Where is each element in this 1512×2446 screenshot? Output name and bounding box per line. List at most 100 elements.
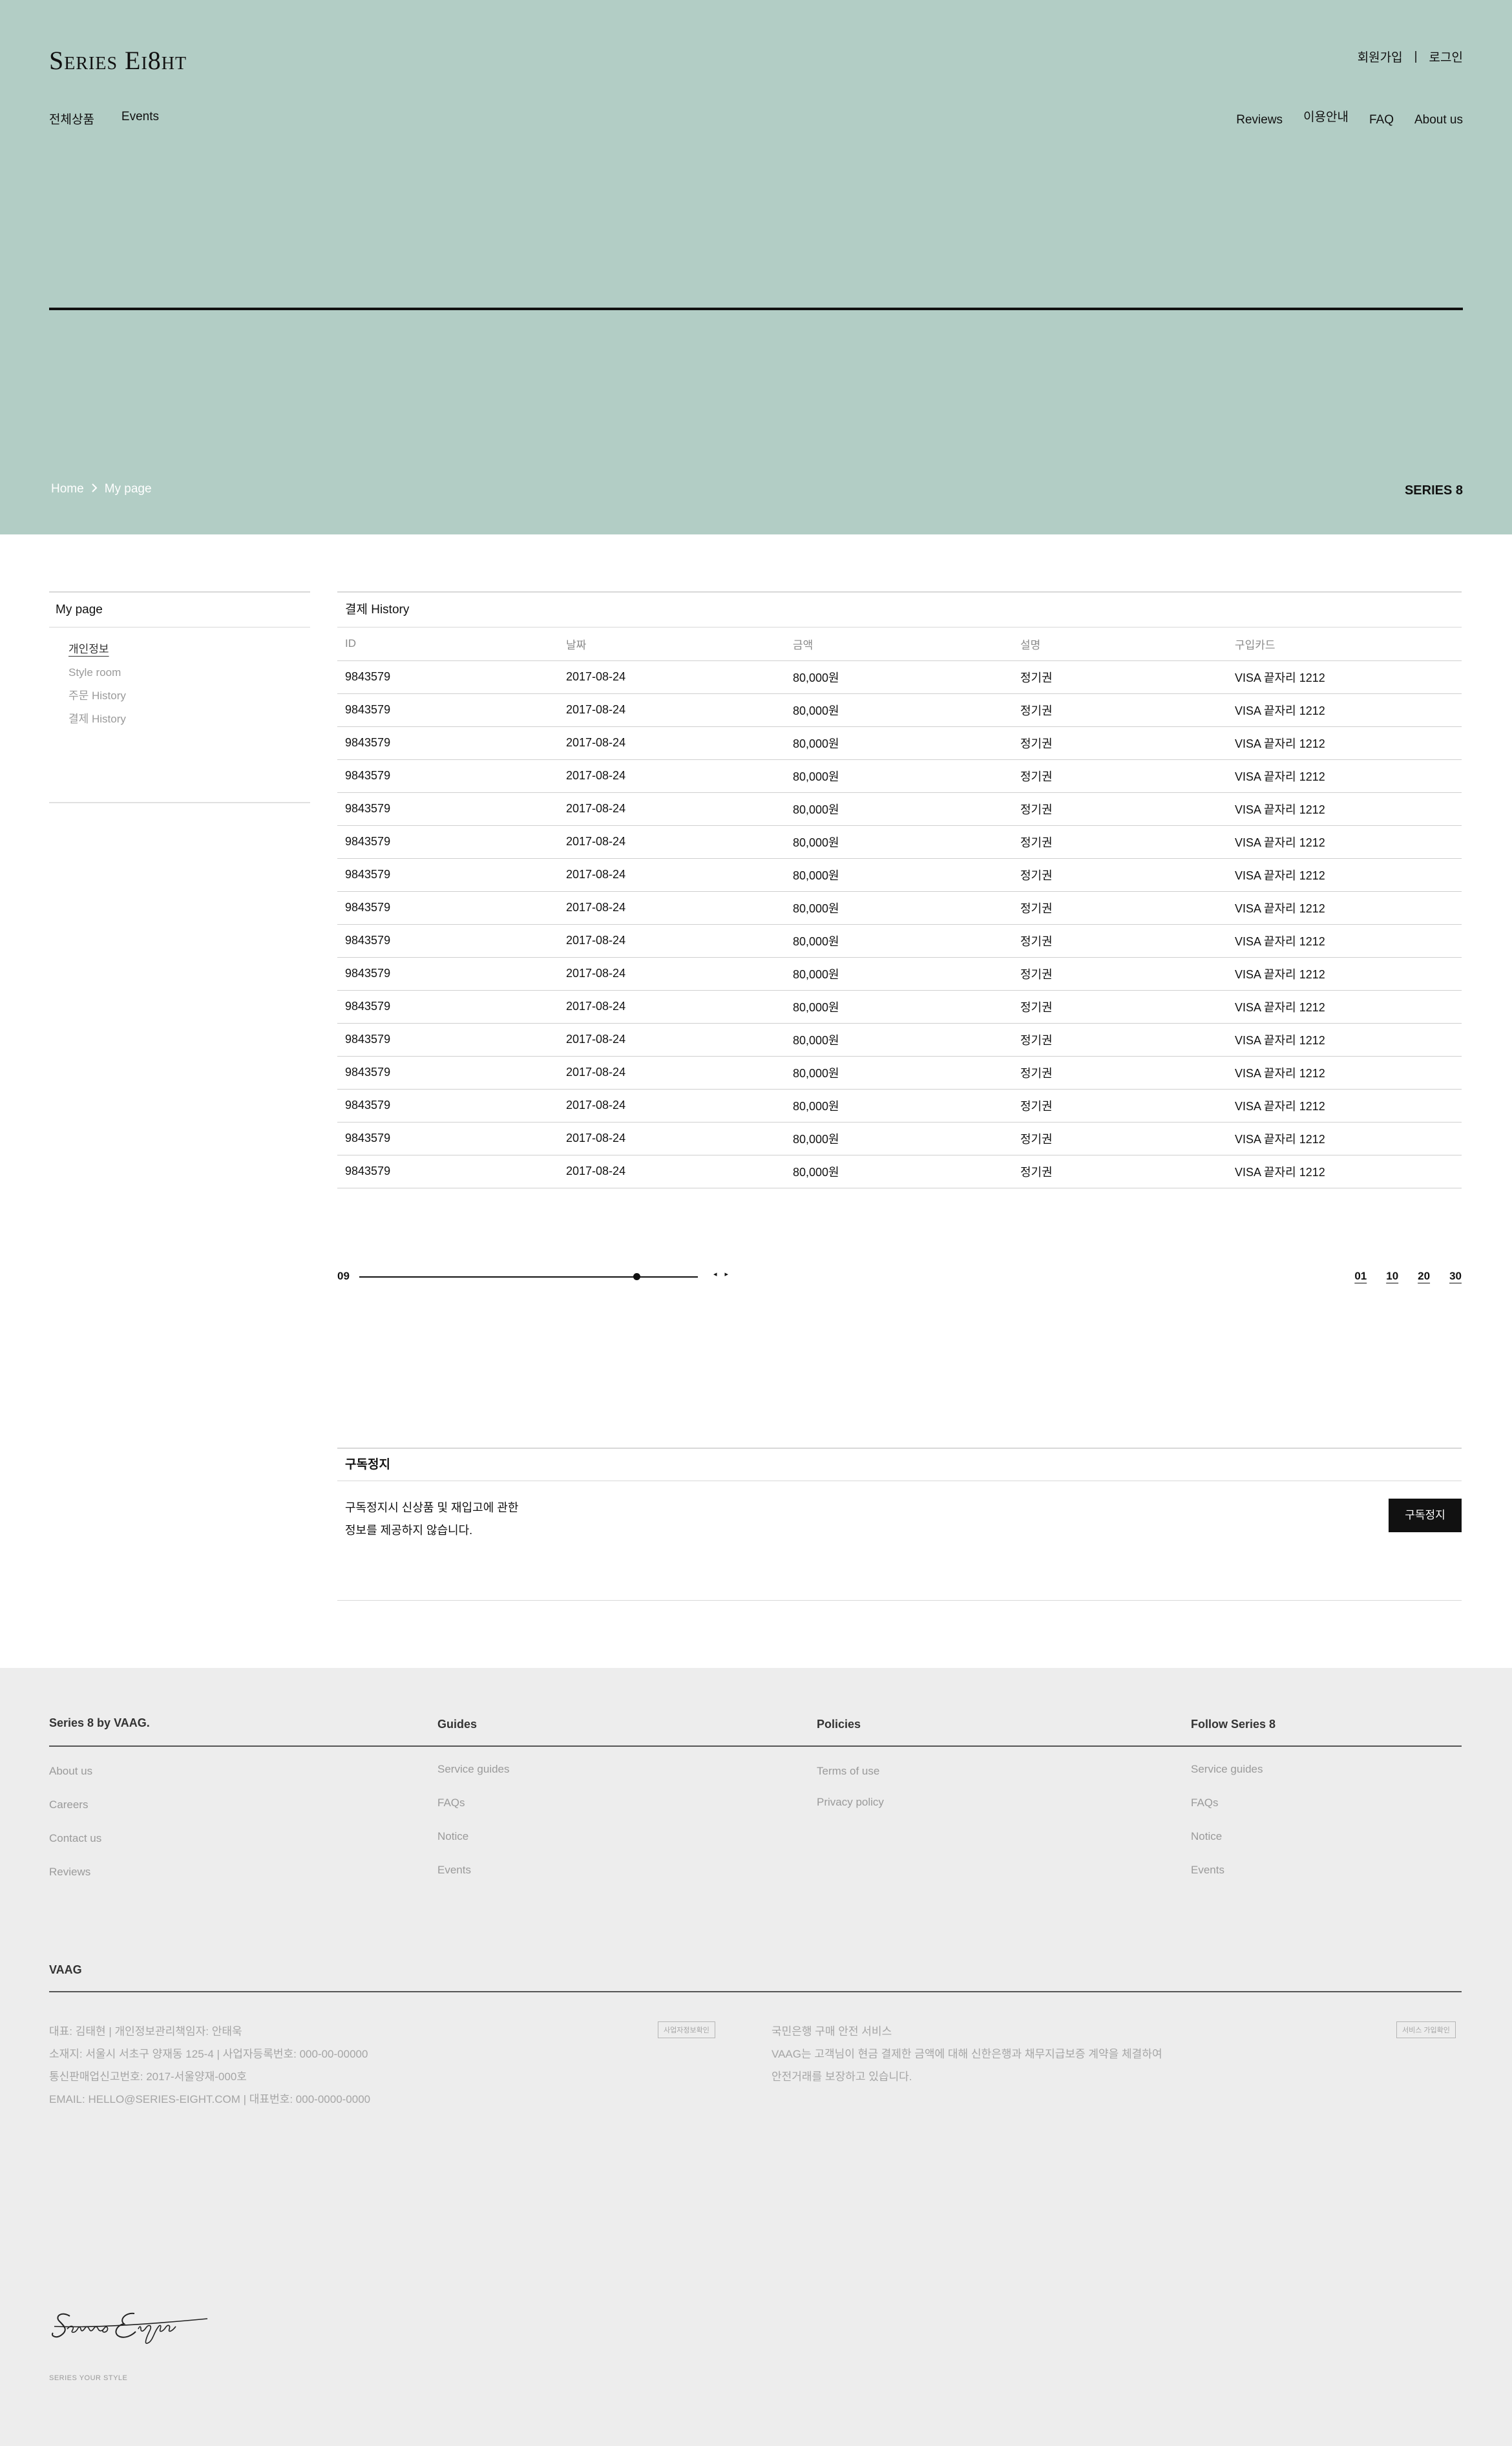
cell-date: 2017-08-24	[558, 693, 785, 727]
login-link[interactable]: 로그인	[1429, 48, 1463, 65]
cell-card: VISA 끝자리 1212	[1227, 792, 1462, 826]
subscription-stop-section: 구독정지 구독정지시 신상품 및 재입고에 관한 정보를 제공하지 않습니다. …	[337, 1448, 1462, 1603]
footer-title-follow: Follow Series 8	[1191, 1718, 1276, 1731]
cell-date: 2017-08-24	[558, 660, 785, 694]
cell-amount: 80,000원	[785, 792, 1013, 826]
page-option-30[interactable]: 30	[1449, 1270, 1462, 1283]
cell-id: 9843579	[337, 858, 558, 892]
nav-about[interactable]: About us	[1414, 113, 1463, 127]
cell-amount: 80,000원	[785, 693, 1013, 727]
cell-amount: 80,000원	[785, 891, 1013, 925]
footer-link-reviews[interactable]: Reviews	[49, 1866, 101, 1899]
company-info-line: 통신판매업신고번호: 2017-서울양재-000호	[49, 2071, 247, 2083]
mypage-sidebar: My page 개인정보 Style room 주문 History 결제 Hi…	[49, 591, 310, 803]
stop-subscription-button[interactable]: 구독정지	[1389, 1499, 1462, 1532]
site-logo[interactable]: Series Ei8ht	[49, 45, 187, 76]
nav-guide[interactable]: 이용안내	[1303, 107, 1349, 125]
breadcrumb: Home My page	[51, 482, 152, 496]
cell-description: 정기권	[1013, 1023, 1227, 1057]
company-info-line: 대표: 김태현 | 개인정보관리책임자: 안태욱	[49, 2025, 242, 2038]
cell-amount: 80,000원	[785, 957, 1013, 991]
footer-link-privacy[interactable]: Privacy policy	[817, 1796, 884, 1829]
footer-link-follow-notice[interactable]: Notice	[1191, 1830, 1263, 1864]
cell-id: 9843579	[337, 1122, 558, 1155]
service-check-badge[interactable]: 서비스 가입확인	[1396, 2021, 1456, 2038]
breadcrumb-home[interactable]: Home	[51, 482, 84, 496]
table-row: 9843579 2017-08-24 80,000원 정기권 VISA 끝자리 1212	[337, 1023, 1462, 1057]
table-row: 9843579 2017-08-24 80,000원 정기권 VISA 끝자리 1212	[337, 891, 1462, 925]
cell-id: 9843579	[337, 693, 558, 727]
table-header-row: ID 날짜 금액 설명 구입카드	[337, 627, 1462, 661]
cell-description: 정기권	[1013, 990, 1227, 1024]
footer-list-policies: Terms of use Privacy policy	[817, 1765, 884, 1829]
cell-date: 2017-08-24	[558, 759, 785, 793]
cell-description: 정기권	[1013, 726, 1227, 760]
cell-description: 정기권	[1013, 891, 1227, 925]
cell-id: 9843579	[337, 660, 558, 694]
cell-date: 2017-08-24	[558, 1056, 785, 1090]
footer-link-about[interactable]: About us	[49, 1765, 101, 1798]
cell-id: 9843579	[337, 825, 558, 859]
page-progress-handle[interactable]	[633, 1273, 640, 1280]
footer-vaag-title: VAAG	[49, 1963, 82, 1976]
cell-description: 정기권	[1013, 792, 1227, 826]
page-option-01[interactable]: 01	[1354, 1270, 1367, 1283]
footer-tagline: SERIES YOUR STYLE	[49, 2374, 128, 2382]
footer-link-service-guides[interactable]: Service guides	[437, 1763, 510, 1797]
auth-links: 회원가입 | 로그인	[1358, 48, 1463, 65]
nav-reviews[interactable]: Reviews	[1236, 113, 1283, 127]
sidebar-item-payment-history[interactable]: 결제 History	[68, 708, 310, 731]
footer-link-notice[interactable]: Notice	[437, 1830, 510, 1864]
table-row: 9843579 2017-08-24 80,000원 정기권 VISA 끝자리 1212	[337, 1056, 1462, 1090]
footer-link-events[interactable]: Events	[437, 1864, 510, 1897]
nav-all-products[interactable]: 전체상품	[49, 110, 94, 127]
page-option-10[interactable]: 10	[1386, 1270, 1398, 1283]
footer-link-contact[interactable]: Contact us	[49, 1832, 101, 1866]
cell-card: VISA 끝자리 1212	[1227, 825, 1462, 859]
footer-list-guides: Service guides FAQs Notice Events	[437, 1763, 510, 1897]
nav-events[interactable]: Events	[121, 110, 159, 127]
cell-date: 2017-08-24	[558, 825, 785, 859]
cell-description: 정기권	[1013, 1155, 1227, 1188]
nav-faq[interactable]: FAQ	[1369, 113, 1394, 127]
footer-link-terms[interactable]: Terms of use	[817, 1765, 884, 1796]
page-option-20[interactable]: 20	[1418, 1270, 1430, 1283]
table-row: 9843579 2017-08-24 80,000원 정기권 VISA 끝자리 1212	[337, 990, 1462, 1024]
hero-brand: SERIES 8	[1404, 483, 1463, 498]
table-row: 9843579 2017-08-24 80,000원 정기권 VISA 끝자리 1212	[337, 1122, 1462, 1155]
footer-divider-top	[49, 1745, 1462, 1747]
sidebar-item-personal-info[interactable]: 개인정보	[68, 638, 310, 661]
footer-divider-bottom	[49, 1991, 1462, 1992]
cell-description: 정기권	[1013, 1122, 1227, 1155]
footer-title-guides: Guides	[437, 1718, 478, 1731]
sidebar-item-order-history[interactable]: 주문 History	[68, 684, 310, 708]
cell-date: 2017-08-24	[558, 858, 785, 892]
cell-description: 정기권	[1013, 660, 1227, 694]
sidebar-item-style-room[interactable]: Style room	[68, 661, 310, 684]
cell-id: 9843579	[337, 957, 558, 991]
cell-card: VISA 끝자리 1212	[1227, 924, 1462, 958]
cell-amount: 80,000원	[785, 1056, 1013, 1090]
footer-link-follow-events[interactable]: Events	[1191, 1864, 1263, 1897]
stop-description-line-2: 정보를 제공하지 않습니다.	[345, 1524, 473, 1537]
current-page: 09	[337, 1270, 350, 1282]
company-info: 대표: 김태현 | 개인정보관리책임자: 안태욱 소재지: 서울시 서초구 양재…	[49, 2020, 370, 2111]
cell-amount: 80,000원	[785, 660, 1013, 694]
page-progress-track[interactable]	[359, 1276, 698, 1278]
footer-link-faqs[interactable]: FAQs	[437, 1797, 510, 1830]
cell-amount: 80,000원	[785, 990, 1013, 1024]
footer-link-careers[interactable]: Careers	[49, 1798, 101, 1832]
business-info-badge[interactable]: 사업자정보확인	[658, 2021, 715, 2038]
signup-link[interactable]: 회원가입	[1358, 48, 1403, 65]
footer-link-follow-service-guides[interactable]: Service guides	[1191, 1763, 1263, 1797]
sidebar-title: My page	[49, 593, 310, 627]
column-header-description: 설명	[1013, 627, 1227, 661]
footer-list-brand: About us Careers Contact us Reviews	[49, 1765, 101, 1899]
cell-date: 2017-08-24	[558, 1155, 785, 1188]
cell-id: 9843579	[337, 1155, 558, 1188]
footer-link-follow-faqs[interactable]: FAQs	[1191, 1797, 1263, 1830]
prev-page-icon[interactable]: ◂	[713, 1270, 717, 1278]
table-row: 9843579 2017-08-24 80,000원 정기권 VISA 끝자리 1212	[337, 924, 1462, 958]
cell-amount: 80,000원	[785, 1023, 1013, 1057]
next-page-icon[interactable]: ▸	[725, 1270, 729, 1278]
